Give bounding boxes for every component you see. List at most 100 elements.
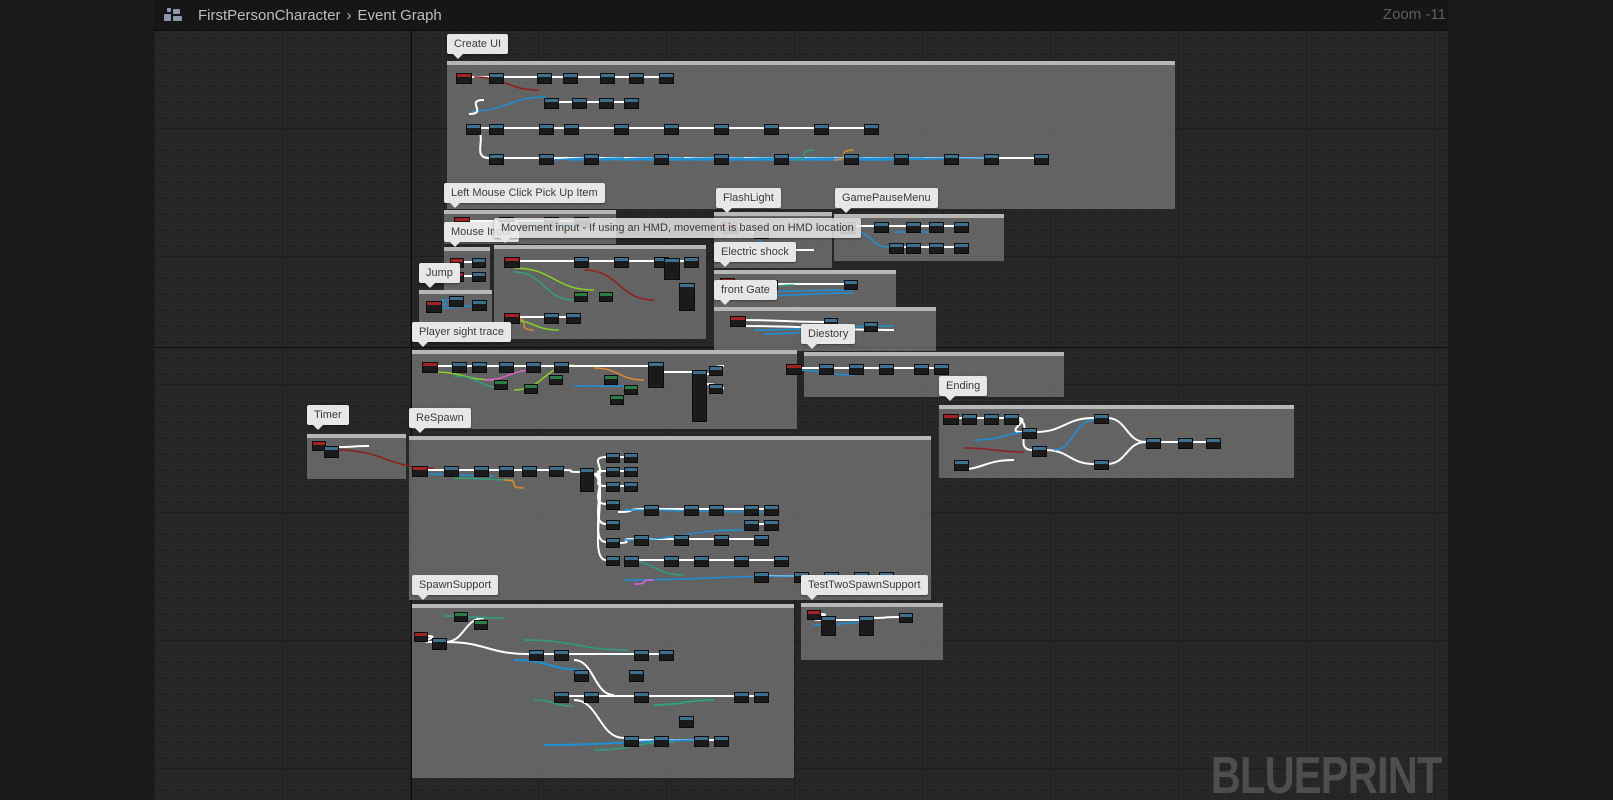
function-node[interactable] xyxy=(859,616,874,636)
function-node[interactable] xyxy=(606,500,620,510)
function-node[interactable] xyxy=(714,535,729,546)
function-node[interactable] xyxy=(694,556,709,567)
event-node[interactable] xyxy=(414,632,428,642)
function-node[interactable] xyxy=(664,258,680,280)
function-node[interactable] xyxy=(906,243,921,254)
function-node[interactable] xyxy=(629,73,644,84)
function-node[interactable] xyxy=(684,505,699,516)
function-node[interactable] xyxy=(472,300,487,311)
function-node[interactable] xyxy=(774,154,789,165)
function-node[interactable] xyxy=(549,375,563,385)
function-node[interactable] xyxy=(624,556,639,567)
function-node[interactable] xyxy=(929,222,944,233)
function-node[interactable] xyxy=(674,535,689,546)
function-node[interactable] xyxy=(472,362,487,373)
function-node[interactable] xyxy=(564,124,579,135)
function-node[interactable] xyxy=(679,716,694,728)
comment-title-timer[interactable]: Timer xyxy=(307,405,349,430)
function-node[interactable] xyxy=(634,535,649,546)
function-node[interactable] xyxy=(474,466,489,477)
function-node[interactable] xyxy=(522,466,537,477)
event-node[interactable] xyxy=(807,610,821,620)
event-node[interactable] xyxy=(422,362,438,373)
event-node[interactable] xyxy=(730,316,746,327)
function-node[interactable] xyxy=(714,154,729,165)
function-node[interactable] xyxy=(1094,460,1109,470)
function-node[interactable] xyxy=(754,535,769,546)
function-node[interactable] xyxy=(764,505,779,516)
function-node[interactable] xyxy=(1146,438,1161,449)
function-node[interactable] xyxy=(599,98,614,109)
function-node[interactable] xyxy=(694,736,709,747)
function-node[interactable] xyxy=(754,692,769,703)
function-node[interactable] xyxy=(984,154,999,165)
function-node[interactable] xyxy=(634,650,649,661)
function-node[interactable] xyxy=(544,313,559,324)
function-node[interactable] xyxy=(563,73,578,84)
function-node[interactable] xyxy=(606,538,620,548)
function-node[interactable] xyxy=(606,556,620,566)
function-node[interactable] xyxy=(489,154,504,165)
function-node[interactable] xyxy=(489,73,504,84)
function-node[interactable] xyxy=(714,124,729,135)
function-node[interactable] xyxy=(524,384,538,394)
function-node[interactable] xyxy=(584,154,599,165)
function-node[interactable] xyxy=(606,482,620,492)
function-node[interactable] xyxy=(774,556,789,567)
function-node[interactable] xyxy=(580,468,594,492)
function-node[interactable] xyxy=(734,556,749,567)
function-node[interactable] xyxy=(452,362,467,373)
function-node[interactable] xyxy=(864,124,879,135)
comment-title-left-mouse[interactable]: Left Mouse Click Pick Up Item xyxy=(444,183,605,208)
function-node[interactable] xyxy=(606,467,620,477)
comment-title-jump[interactable]: Jump xyxy=(419,263,460,288)
function-node[interactable] xyxy=(566,313,581,324)
function-node[interactable] xyxy=(906,222,921,233)
function-node[interactable] xyxy=(444,466,459,477)
function-node[interactable] xyxy=(954,460,969,471)
function-node[interactable] xyxy=(844,280,858,290)
function-node[interactable] xyxy=(624,453,638,463)
function-node[interactable] xyxy=(894,154,909,165)
function-node[interactable] xyxy=(574,257,589,268)
function-node[interactable] xyxy=(539,124,554,135)
function-node[interactable] xyxy=(614,124,629,135)
graph-canvas[interactable]: Create UI Left Mouse Click Pick Up Item … xyxy=(154,0,1448,800)
function-node[interactable] xyxy=(449,296,464,307)
function-node[interactable] xyxy=(539,154,554,165)
function-node[interactable] xyxy=(1206,438,1221,449)
event-node[interactable] xyxy=(456,73,472,84)
function-node[interactable] xyxy=(844,154,859,165)
function-node[interactable] xyxy=(606,453,620,463)
function-node[interactable] xyxy=(624,98,639,109)
function-node[interactable] xyxy=(432,638,447,650)
function-node[interactable] xyxy=(679,283,695,311)
function-node[interactable] xyxy=(454,612,468,622)
function-node[interactable] xyxy=(634,692,649,703)
function-node[interactable] xyxy=(629,670,644,682)
function-node[interactable] xyxy=(664,124,679,135)
function-node[interactable] xyxy=(692,370,707,422)
function-node[interactable] xyxy=(664,556,679,567)
function-node[interactable] xyxy=(554,692,569,703)
comment-title-testtwo[interactable]: TestTwoSpawnSupport xyxy=(801,575,928,600)
function-node[interactable] xyxy=(734,692,749,703)
function-node[interactable] xyxy=(814,124,829,135)
function-node[interactable] xyxy=(644,505,659,516)
function-node[interactable] xyxy=(659,73,674,84)
function-node[interactable] xyxy=(537,73,552,84)
breadcrumb-root[interactable]: FirstPersonCharacter xyxy=(198,7,341,24)
function-node[interactable] xyxy=(914,364,929,375)
function-node[interactable] xyxy=(574,292,588,302)
function-node[interactable] xyxy=(606,520,620,530)
function-node[interactable] xyxy=(1032,446,1047,457)
function-node[interactable] xyxy=(1094,414,1109,424)
function-node[interactable] xyxy=(554,650,569,661)
function-node[interactable] xyxy=(709,366,723,376)
function-node[interactable] xyxy=(764,124,779,135)
function-node[interactable] xyxy=(864,322,878,332)
comment-title-electric[interactable]: Electric shock xyxy=(714,242,796,267)
comment-title-ending[interactable]: Ending xyxy=(939,376,988,401)
function-node[interactable] xyxy=(984,414,999,425)
function-node[interactable] xyxy=(584,692,599,703)
